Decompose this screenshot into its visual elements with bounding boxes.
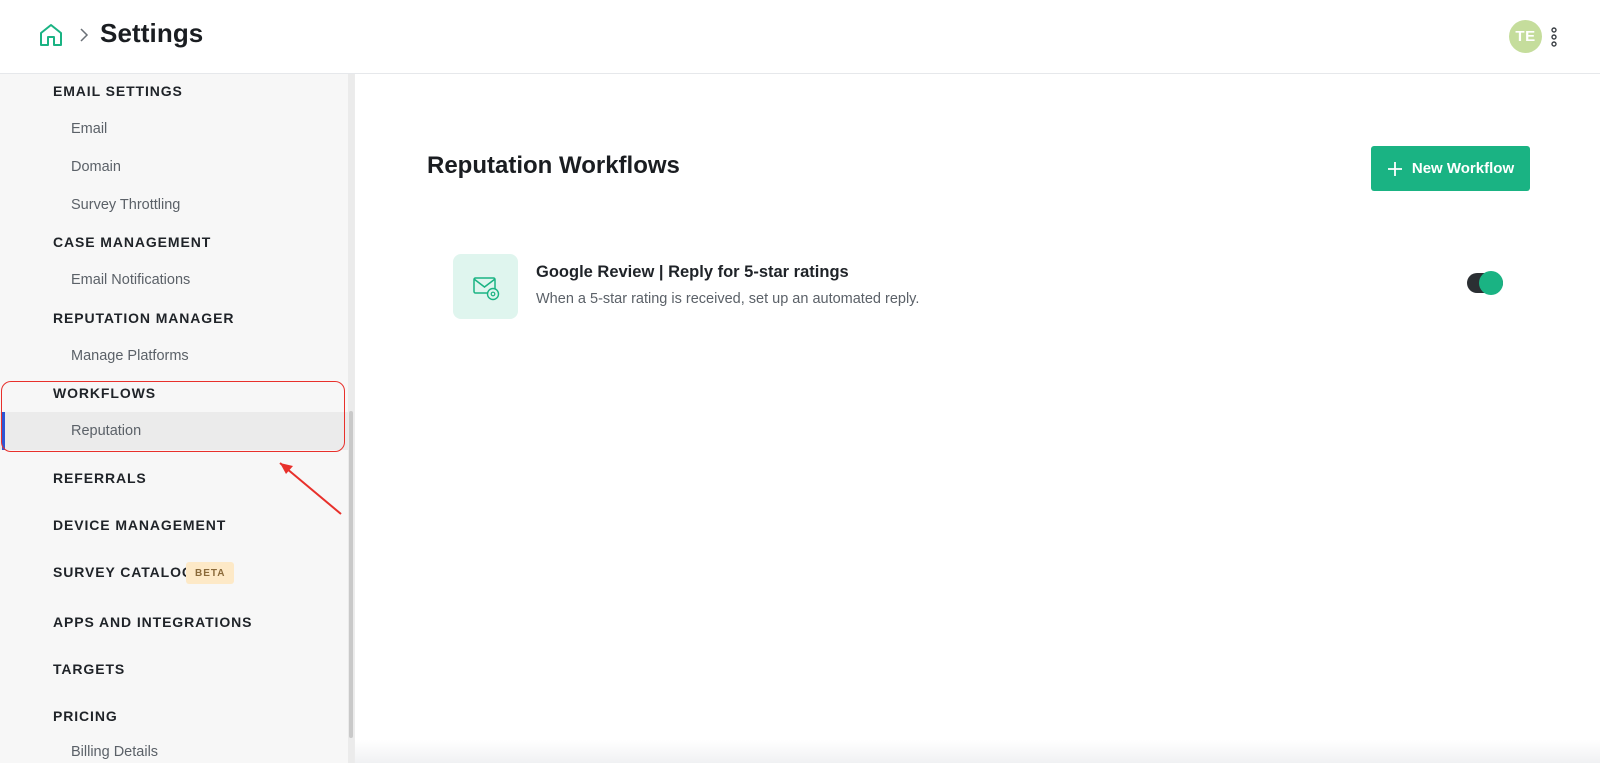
sidebar-section-pricing[interactable]: PRICING <box>53 708 118 724</box>
sidebar-item-survey-throttling[interactable]: Survey Throttling <box>71 197 180 213</box>
sidebar-item-email-notifications[interactable]: Email Notifications <box>71 272 190 288</box>
sidebar-section-targets[interactable]: TARGETS <box>53 661 125 677</box>
beta-badge: BETA <box>186 562 235 584</box>
workflow-title[interactable]: Google Review | Reply for 5-star ratings <box>536 263 849 282</box>
sidebar-scrollbar-thumb[interactable] <box>349 411 353 738</box>
sidebar-item-billing-details[interactable]: Billing Details <box>71 744 158 760</box>
main-title: Reputation Workflows <box>427 152 680 179</box>
active-item-indicator <box>2 412 5 450</box>
plus-icon <box>1387 161 1402 176</box>
workflow-description: When a 5-star rating is received, set up… <box>536 291 920 307</box>
sidebar-section-apps-and-integrations[interactable]: APPS AND INTEGRATIONS <box>53 614 252 630</box>
workflow-icon-tile <box>453 254 518 319</box>
sidebar-divider <box>354 74 355 763</box>
sidebar-section-survey-catalog[interactable]: SURVEY CATALOG <box>53 564 194 580</box>
chevron-right-icon <box>80 28 89 42</box>
bottom-fade <box>355 740 1600 763</box>
sidebar-section-referrals[interactable]: REFERRALS <box>53 470 147 486</box>
toggle-knob[interactable] <box>1479 271 1503 295</box>
sidebar-section-case-management[interactable]: CASE MANAGEMENT <box>53 234 211 250</box>
sidebar-item-reputation[interactable]: Reputation <box>71 423 141 439</box>
sidebar-section-email-settings[interactable]: EMAIL SETTINGS <box>53 83 183 99</box>
sidebar-item-manage-platforms[interactable]: Manage Platforms <box>71 348 189 364</box>
mail-settings-icon <box>472 276 499 300</box>
home-icon[interactable] <box>38 22 64 48</box>
new-workflow-label: New Workflow <box>1411 160 1515 177</box>
avatar[interactable]: TE <box>1509 20 1542 53</box>
active-item-background <box>0 412 348 450</box>
sidebar-item-domain[interactable]: Domain <box>71 159 121 175</box>
sidebar-item-email[interactable]: Email <box>71 121 107 137</box>
sidebar-section-device-management[interactable]: DEVICE MANAGEMENT <box>53 517 226 533</box>
workflow-row[interactable]: Google Review | Reply for 5-star ratings… <box>453 254 1503 320</box>
new-workflow-button[interactable]: New Workflow <box>1371 146 1530 191</box>
more-options-icon[interactable] <box>1548 24 1560 50</box>
top-header: Settings TE <box>0 0 1600 74</box>
sidebar-section-workflows[interactable]: WORKFLOWS <box>53 385 156 401</box>
page-title: Settings <box>100 18 204 48</box>
sidebar-section-reputation-manager[interactable]: REPUTATION MANAGER <box>53 310 234 326</box>
